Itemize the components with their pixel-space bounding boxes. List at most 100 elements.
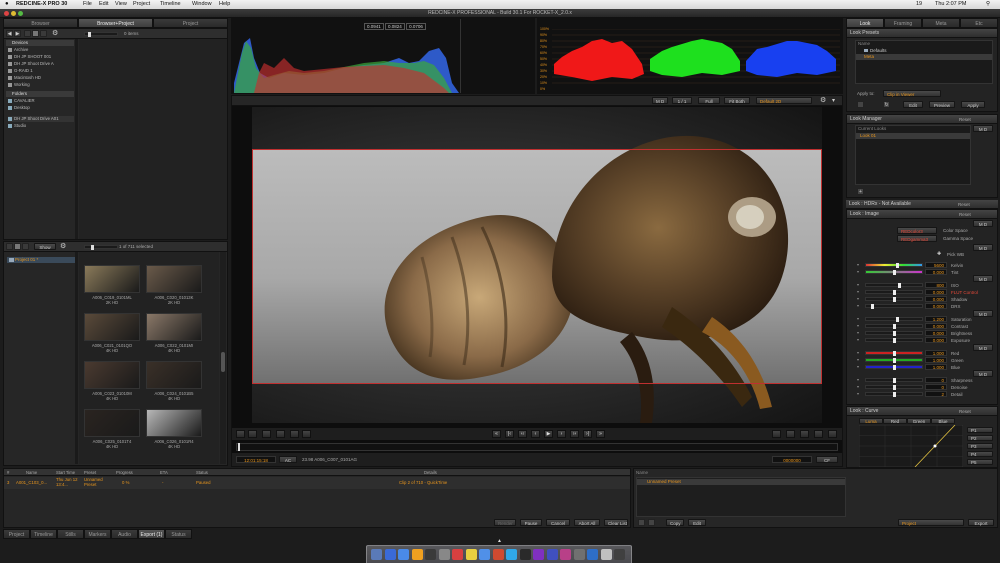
image-slider[interactable]	[865, 297, 923, 302]
image-slider[interactable]	[865, 304, 923, 309]
slider-knob[interactable]	[893, 324, 896, 329]
back-icon[interactable]: ◀	[6, 30, 13, 37]
export-menu-icon-2[interactable]	[648, 519, 655, 526]
eyedropper-icon[interactable]: ✚	[937, 251, 941, 257]
bin-gear-icon[interactable]: ⚙	[60, 242, 66, 250]
look-presets-header[interactable]: Look Presets	[847, 29, 997, 38]
tab-browser[interactable]: Browser	[3, 18, 78, 28]
prev-clip-icon[interactable]: |‹	[505, 430, 514, 438]
curve-tab-red[interactable]: Red	[883, 418, 907, 424]
browser-divider[interactable]	[75, 39, 78, 239]
clip-thumbnail[interactable]	[84, 361, 140, 389]
image-slider[interactable]	[865, 365, 923, 370]
slider-reset-icon[interactable]: ▾	[857, 357, 859, 362]
menu-view[interactable]: View	[115, 0, 127, 9]
image-slider[interactable]	[865, 351, 923, 356]
loop-icon[interactable]	[276, 430, 285, 438]
slider-knob[interactable]	[893, 290, 896, 295]
slider-reset-icon[interactable]: ▾	[857, 296, 859, 301]
queue-abort-all-button[interactable]: Abort All	[574, 519, 600, 526]
tab-framing[interactable]: Framing	[884, 18, 922, 28]
slider-knob[interactable]	[893, 378, 896, 383]
queue-column-header[interactable]: Progress	[116, 470, 133, 475]
dock-app-icon[interactable]	[384, 549, 396, 560]
hdrx-reset[interactable]: Reset	[958, 202, 970, 207]
dock-app-icon[interactable]	[452, 549, 463, 560]
bottom-tab[interactable]: Stills	[57, 529, 84, 539]
clip-thumbnail[interactable]	[84, 313, 140, 341]
show-dropdown[interactable]: Show	[34, 243, 56, 250]
play-icon[interactable]: ▶	[544, 430, 553, 438]
viewer-gear-icon[interactable]: ⚙	[820, 96, 826, 104]
image-value-field[interactable]: 0.000	[925, 269, 947, 275]
look-item[interactable]: Look 01	[856, 133, 970, 139]
list-view-icon[interactable]	[24, 30, 31, 37]
page-nav[interactable]: 1 / 1	[672, 97, 692, 104]
image-value-field[interactable]: 0	[925, 377, 947, 383]
queue-column-header[interactable]: Name	[26, 470, 37, 475]
dock-app-icon[interactable]	[438, 549, 450, 560]
menu-project[interactable]: Project	[133, 0, 150, 9]
dock-app-icon[interactable]	[573, 549, 585, 560]
folder-item[interactable]: CAVALIER	[8, 98, 74, 104]
bin-thumb-size-slider[interactable]	[84, 245, 118, 250]
dock-app-icon[interactable]	[560, 549, 571, 560]
step-forward-icon[interactable]: ›	[557, 430, 566, 438]
curve-point-button[interactable]: P1	[967, 427, 993, 433]
project-tree-item[interactable]: Project 01 *	[7, 257, 75, 263]
hdrx-header[interactable]: Look : HDRx - Not Available	[846, 200, 998, 209]
thumbnail-view-icon[interactable]	[32, 30, 39, 37]
timeline-scrubber[interactable]	[236, 443, 838, 451]
browser-extra-item[interactable]: DH JP Shoot Drive A01	[8, 116, 74, 122]
browser-content-area[interactable]	[79, 39, 227, 239]
image-slider[interactable]	[865, 358, 923, 363]
device-item[interactable]: Archive	[8, 47, 74, 53]
zoom-dropdown[interactable]: Full	[698, 97, 720, 104]
curve-graph[interactable]	[859, 425, 963, 467]
copy-preset-button[interactable]: Copy	[666, 519, 684, 526]
export-menu-icon[interactable]	[638, 519, 645, 526]
slider-knob[interactable]	[895, 317, 899, 322]
edit-preset-button[interactable]: Edit	[903, 101, 923, 108]
dock-arrow-icon[interactable]: ▲	[497, 538, 502, 544]
dock-app-icon[interactable]	[587, 549, 598, 560]
preset-item-meta[interactable]: Meta	[856, 54, 992, 60]
gear-icon[interactable]: ⚙	[52, 29, 58, 37]
image-slider[interactable]	[865, 331, 923, 336]
end-timecode[interactable]: 0000000	[772, 456, 812, 463]
gamma-space-dropdown[interactable]: REDgamma3	[897, 235, 937, 242]
forward-icon[interactable]: ▶	[14, 30, 21, 37]
queue-column-header[interactable]: Preset	[84, 470, 96, 475]
color-space-dropdown[interactable]: REDcolor3	[897, 227, 937, 234]
slider-reset-icon[interactable]: ▾	[857, 337, 859, 342]
slider-reset-icon[interactable]: ▾	[857, 384, 859, 389]
curve-point-button[interactable]: P2	[967, 435, 993, 441]
menu-timeline[interactable]: Timeline	[160, 0, 181, 9]
image-value-field[interactable]: 1.200	[925, 316, 947, 322]
image-slider[interactable]	[865, 283, 923, 288]
image-value-field[interactable]: 0	[925, 384, 947, 390]
thumbnail-size-slider[interactable]	[84, 32, 118, 37]
menubar-clock[interactable]: Thu 2:07 PM	[935, 0, 967, 9]
presets-menu-icon[interactable]	[857, 101, 864, 108]
next-clip-icon[interactable]: ›|	[583, 430, 592, 438]
camera-icon[interactable]	[248, 430, 257, 438]
bottom-tab[interactable]: Status	[165, 529, 192, 539]
image-value-field[interactable]: 1.000	[925, 357, 947, 363]
bottom-tab[interactable]: Export (1)	[138, 529, 165, 539]
slider-reset-icon[interactable]: ▾	[857, 330, 859, 335]
compare-icon[interactable]	[800, 430, 809, 438]
apple-icon[interactable]: ●	[5, 0, 9, 9]
queue-cancel-button[interactable]: Cancel	[546, 519, 570, 526]
image-md-toggle[interactable]: M D	[973, 370, 993, 377]
audio-channel-dropdown[interactable]: AC	[279, 456, 297, 463]
preview-preset-button[interactable]: Preview	[929, 101, 955, 108]
slider-knob[interactable]	[893, 338, 896, 343]
queue-column-header[interactable]: ETA	[160, 470, 168, 475]
display-icon[interactable]	[772, 430, 781, 438]
image-value-field[interactable]: 5600	[925, 262, 947, 268]
browser-extra-item[interactable]: Studio	[8, 123, 74, 129]
image-value-field[interactable]: 0.000	[925, 337, 947, 343]
presets-refresh-icon[interactable]: ↻	[883, 101, 890, 108]
bottom-tab[interactable]: Audio	[111, 529, 138, 539]
